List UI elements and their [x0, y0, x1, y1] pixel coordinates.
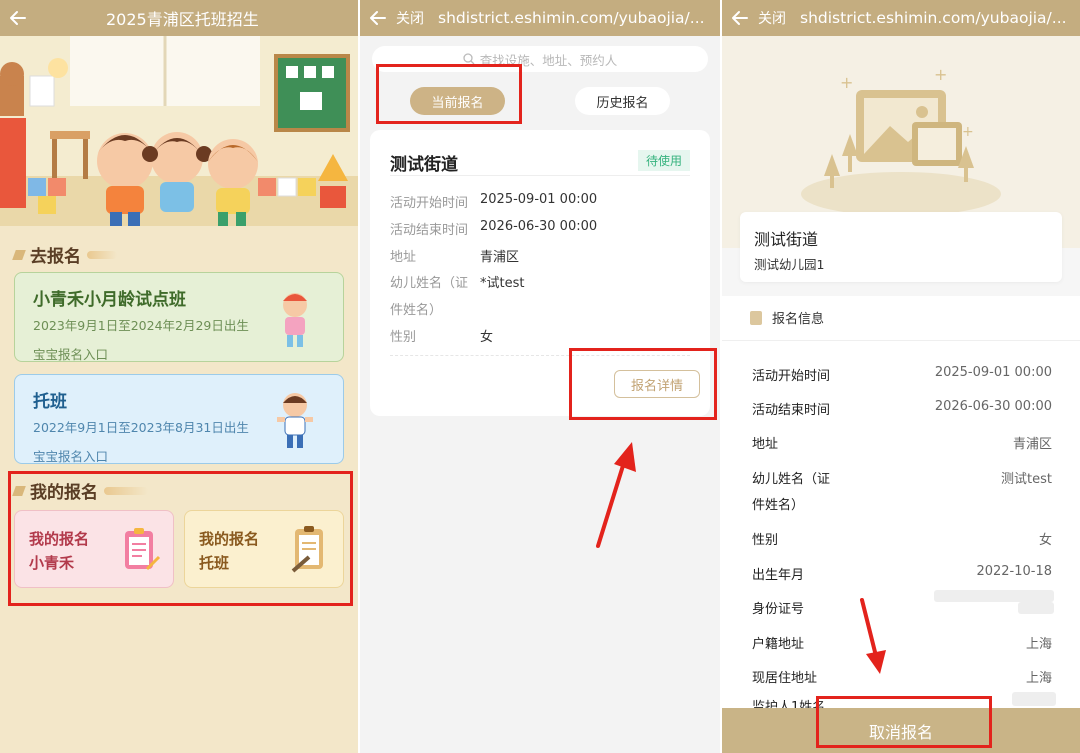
banner-illustration	[0, 36, 358, 226]
row-label: 活动开始时间	[752, 369, 831, 384]
facility-subtitle: 测试幼儿园1	[754, 257, 825, 272]
row-label: 件姓名）	[390, 303, 443, 318]
section-divider	[722, 340, 1080, 341]
red-arrow-icon	[860, 598, 886, 674]
page-title: 2025青浦区托班招生	[106, 10, 259, 29]
row-value: 测试test	[1001, 472, 1052, 487]
url-title: shdistrict.eshimin.com/yubaojia/...	[438, 9, 705, 27]
row-label: 身份证号	[752, 602, 805, 617]
row-value: 上海	[1025, 637, 1052, 652]
back-arrow-icon[interactable]	[722, 0, 758, 36]
row-label: 性别	[752, 533, 779, 548]
red-arrow-icon	[596, 442, 636, 548]
record-title: 测试街道	[390, 155, 458, 175]
my-enrollment-list-screen: 关闭 shdistrict.eshimin.com/yubaojia/... 查…	[360, 0, 720, 753]
row-value: 2026-06-30 00:00	[480, 219, 598, 234]
row-label: 地址	[752, 437, 779, 452]
section-title: 去报名	[30, 247, 81, 267]
back-arrow-icon[interactable]	[360, 0, 396, 36]
redacted-id-bar	[1018, 602, 1054, 614]
enrollment-info-section: 报名信息 活动开始时间 2025-09-01 00:00 活动结束时间 2026-0…	[722, 296, 1080, 715]
row-label: 活动结束时间	[390, 223, 469, 238]
row-label: 出生年月	[752, 568, 805, 583]
section-title: 报名信息	[772, 312, 825, 327]
enrollment-home-screen: 2025青浦区托班招生 去报名 小青禾小月龄试点班 2023年9月1日至2024…	[0, 0, 358, 753]
section-mark	[12, 249, 26, 260]
enrollment-detail-screen: 关闭 shdistrict.eshimin.com/yubaojia/... +…	[722, 0, 1080, 753]
apply-card-tuoban[interactable]: 托班 2022年9月1日至2023年8月31日出生 宝宝报名入口	[14, 374, 344, 464]
close-button[interactable]: 关闭	[396, 8, 424, 28]
child-boy-icon	[277, 393, 313, 448]
back-arrow-icon[interactable]	[0, 0, 36, 36]
row-value: 2025-09-01 00:00	[934, 365, 1052, 380]
row-value: 青浦区	[1012, 437, 1052, 452]
redacted-id-bar	[934, 590, 1054, 602]
row-label: 件姓名）	[752, 498, 805, 513]
tab-history-enrollment[interactable]: 历史报名	[575, 87, 670, 115]
status-badge: 待使用	[637, 150, 690, 171]
top-bar: 关闭 shdistrict.eshimin.com/yubaojia/...	[722, 0, 1080, 36]
highlight-current-tab	[376, 64, 522, 124]
row-label: 性别	[390, 330, 417, 345]
row-value: *试test	[480, 276, 525, 291]
close-button[interactable]: 关闭	[758, 8, 786, 28]
svg-text:+: +	[934, 65, 947, 84]
row-value: 女	[1038, 533, 1052, 548]
row-value: 青浦区	[480, 250, 520, 265]
top-bar: 关闭 shdistrict.eshimin.com/yubaojia/...	[360, 0, 720, 36]
row-label: 幼儿姓名（证	[390, 276, 469, 291]
section-header-apply: 去报名	[12, 242, 117, 267]
row-value: 2026-06-30 00:00	[934, 399, 1052, 414]
apply-card-xiaoqinghe[interactable]: 小青禾小月龄试点班 2023年9月1日至2024年2月29日出生 宝宝报名入口	[14, 272, 344, 362]
svg-text:+: +	[840, 73, 853, 92]
section-decoration	[87, 250, 117, 259]
row-value: 2022-10-18	[976, 564, 1052, 579]
document-icon	[750, 310, 762, 325]
top-bar: 2025青浦区托班招生	[0, 0, 358, 36]
row-value: 2025-09-01 00:00	[480, 192, 598, 207]
svg-text:+: +	[962, 124, 974, 140]
highlight-detail-button	[569, 348, 717, 420]
section-header: 报名信息	[750, 308, 824, 327]
facility-title: 测试街道	[754, 230, 819, 249]
row-value: 女	[480, 330, 494, 345]
card-divider	[390, 175, 690, 176]
row-label: 现居住地址	[752, 671, 818, 686]
highlight-cancel-button	[816, 696, 992, 748]
row-label: 地址	[390, 250, 417, 265]
child-cap-icon	[283, 293, 307, 347]
url-title: shdistrict.eshimin.com/yubaojia/...	[800, 9, 1067, 27]
row-label: 活动结束时间	[752, 403, 831, 418]
redacted-guardian-bar	[1012, 692, 1056, 706]
highlight-my-enrollment	[8, 471, 353, 606]
facility-info-card: 测试街道 测试幼儿园1	[740, 212, 1062, 282]
row-label: 幼儿姓名（证	[752, 472, 831, 487]
row-value: 上海	[1025, 671, 1052, 686]
row-label: 活动开始时间	[390, 196, 469, 211]
row-label: 户籍地址	[752, 637, 805, 652]
